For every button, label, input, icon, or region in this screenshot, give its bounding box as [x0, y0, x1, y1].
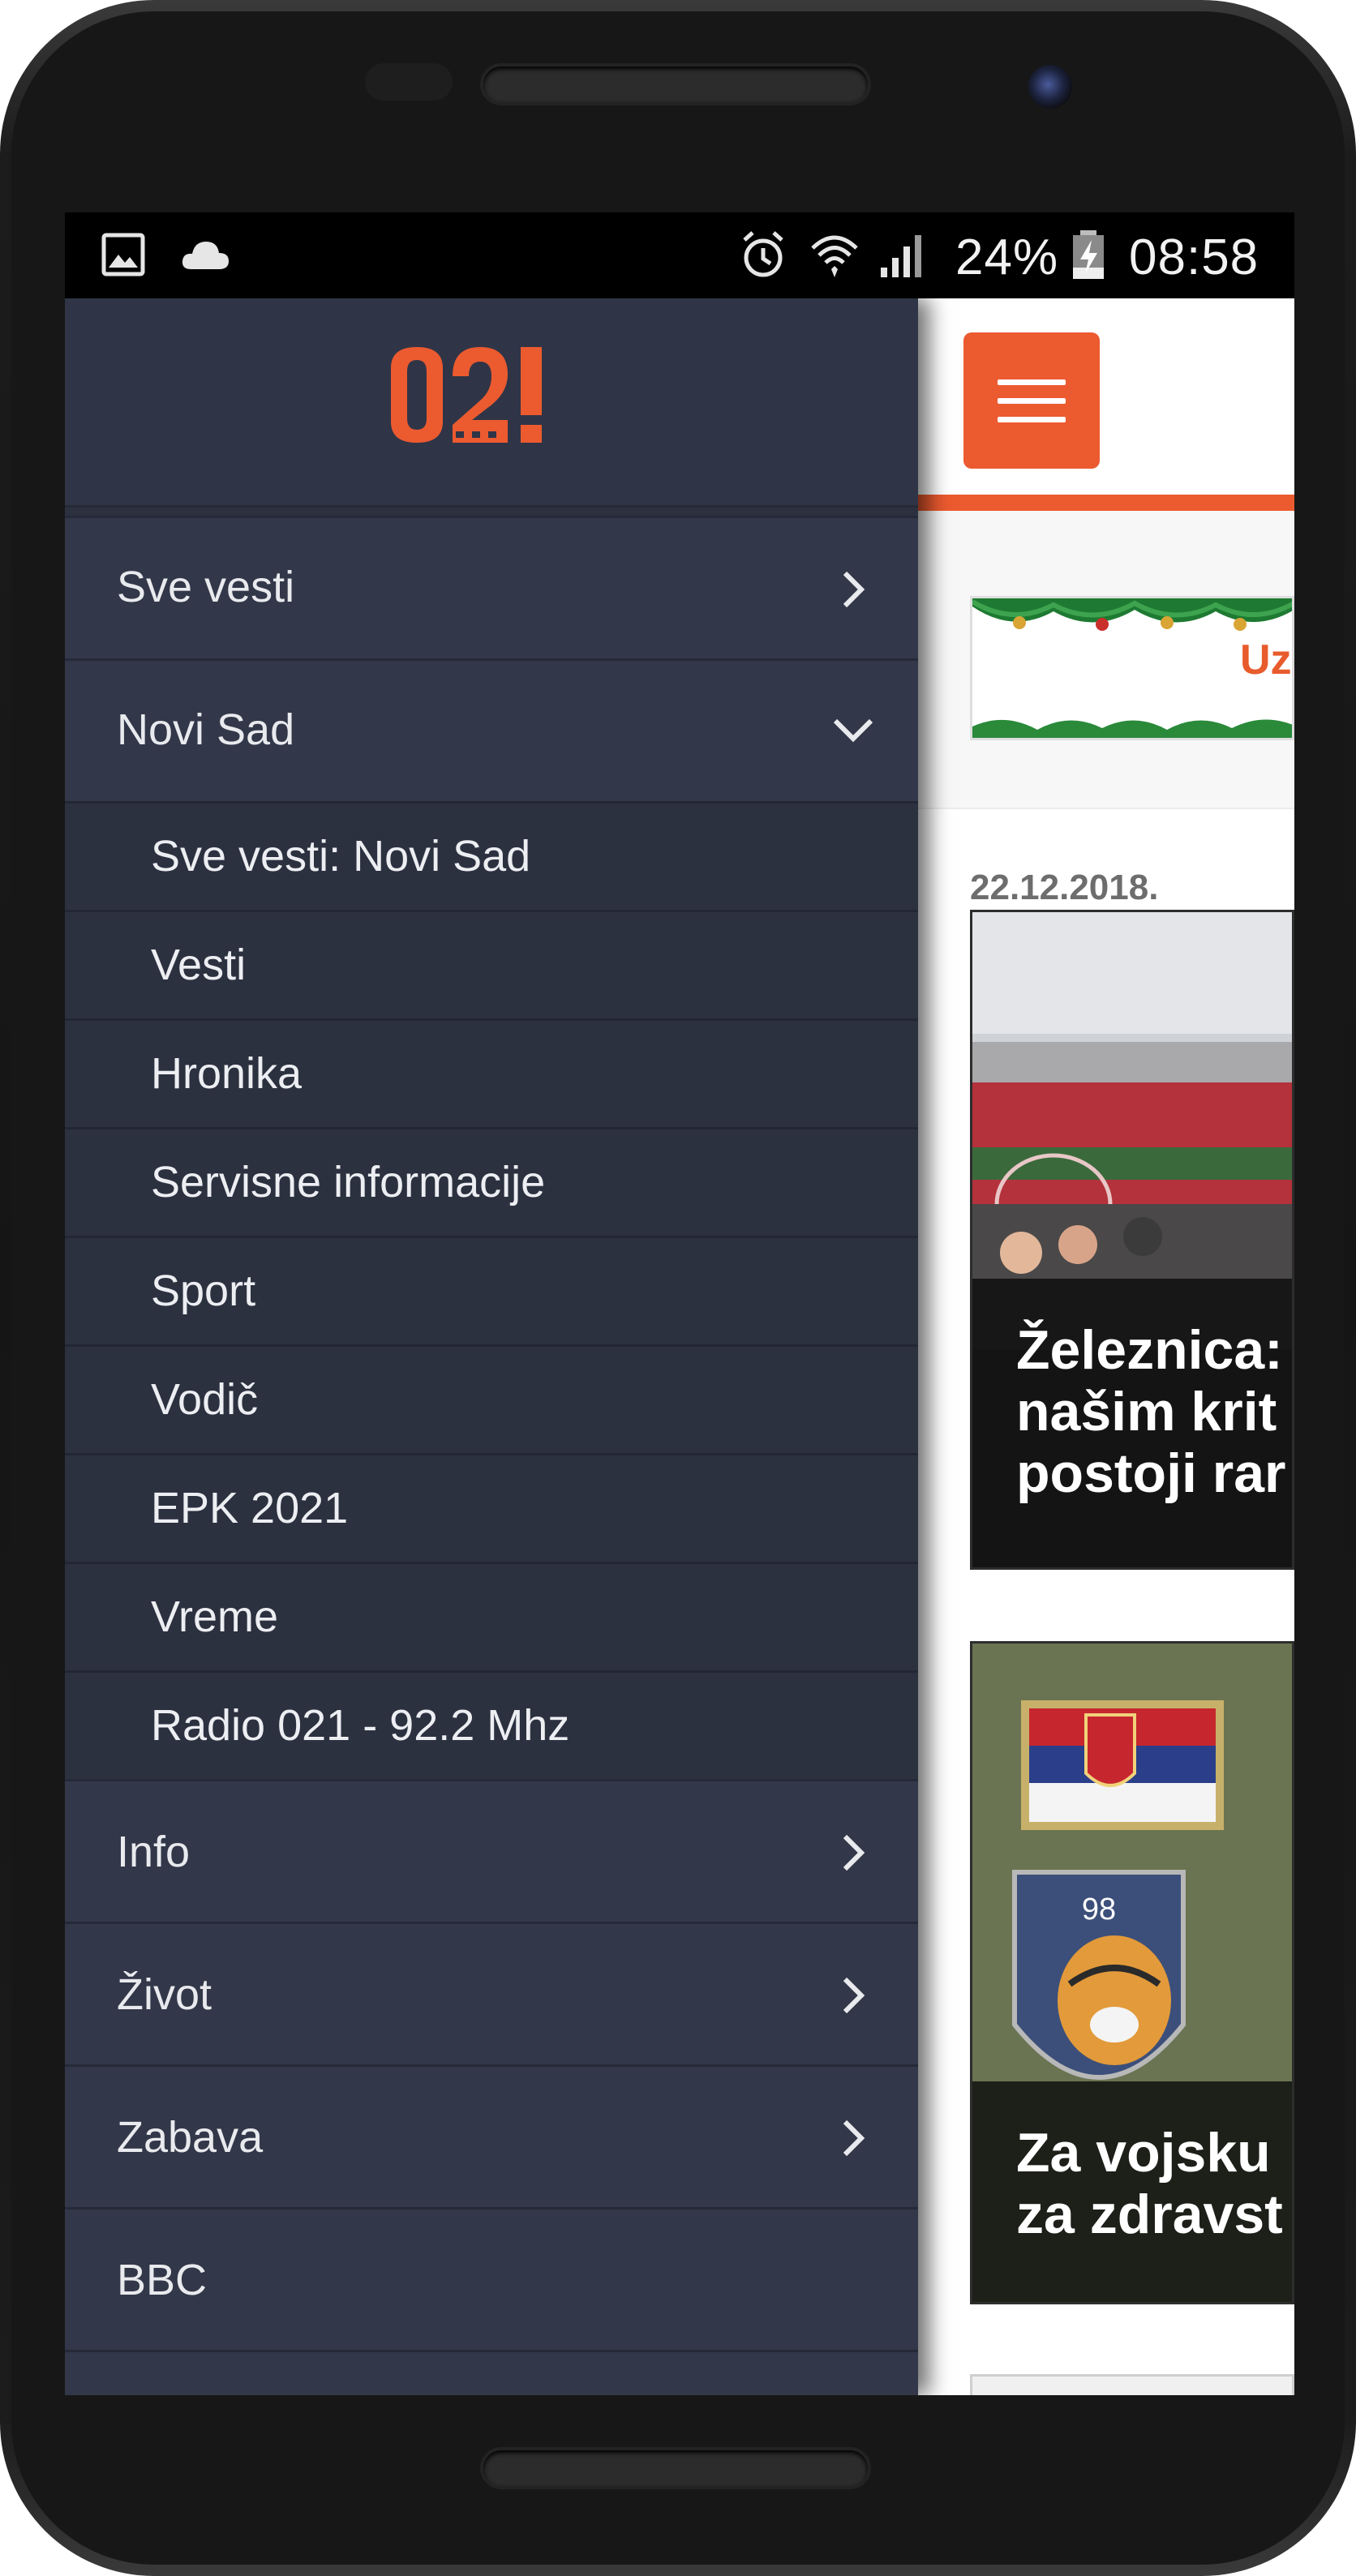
drawer-header [65, 298, 918, 508]
article-card[interactable]: Železnica: našim krit postoji rar [970, 910, 1294, 1570]
drawer-subitem[interactable]: Radio 021 - 92.2 Mhz [65, 1670, 918, 1779]
screen: 24% 08:58 Uz 22.12.2018. Železnica: naši… [65, 212, 1294, 2395]
article-title-line: za zdravst [1016, 2184, 1283, 2245]
battery-charging-icon [1073, 230, 1104, 279]
hamburger-menu-button[interactable] [963, 332, 1100, 469]
article-title-line: našim krit [1016, 1381, 1277, 1442]
wifi-icon [811, 235, 858, 277]
status-bar: 24% 08:58 [65, 212, 1294, 298]
chevron-right-icon [843, 571, 865, 608]
article-card[interactable] [970, 2374, 1294, 2395]
ad-banner[interactable]: Uz [970, 596, 1294, 740]
article-title[interactable]: Železnica: našim krit postoji rar [972, 1279, 1292, 1567]
drawer-subitem[interactable]: Vodič [65, 1344, 918, 1453]
chevron-right-icon [843, 1834, 865, 1871]
drawer-item-info[interactable]: Info [65, 1779, 918, 1922]
article-date: 22.12.2018. [970, 868, 1159, 907]
earpiece-speaker [483, 66, 868, 102]
drawer-subitem-label: Sport [151, 1267, 256, 1315]
chevron-right-icon [843, 1977, 865, 2014]
drawer-subitem[interactable]: Vreme [65, 1562, 918, 1670]
drawer-subitem-label: Radio 021 - 92.2 Mhz [151, 1701, 570, 1750]
ad-text: Uz [1240, 636, 1292, 684]
drawer-item-sve-vesti[interactable]: Sve vesti [65, 516, 918, 658]
drawer-subitem[interactable]: Vesti [65, 910, 918, 1018]
drawer-item-label: Zabava [117, 2113, 264, 2162]
drawer-subitem-label: Hronika [151, 1049, 303, 1098]
phone-frame: 24% 08:58 Uz 22.12.2018. Železnica: naši… [0, 0, 1356, 2576]
garland-bottom-icon [972, 719, 1292, 738]
proximity-sensor [365, 63, 453, 101]
drawer-subitem-label: Sve vesti: Novi Sad [151, 832, 531, 881]
article-title-line: postoji rar [1016, 1442, 1286, 1504]
drawer-subitem[interactable]: Hronika [65, 1018, 918, 1127]
chevron-down-icon [833, 718, 873, 743]
drawer-subitem[interactable]: Servisne informacije [65, 1127, 918, 1236]
bottom-speaker [483, 2450, 868, 2486]
drawer-item-zivot[interactable]: Život [65, 1922, 918, 2064]
battery-percent: 24% [955, 229, 1059, 285]
site-logo[interactable] [388, 344, 563, 451]
garland-top-icon [972, 598, 1292, 631]
article-card[interactable]: 98 Za vojsku za zdravst [970, 1641, 1294, 2304]
image-notification-icon [101, 233, 145, 276]
drawer-item-novi-sad[interactable]: Novi Sad [65, 658, 918, 801]
drawer-item-next[interactable] [65, 2350, 918, 2395]
navigation-drawer: Sve vesti Novi Sad Sve vesti: Novi Sad V… [65, 298, 918, 2395]
article-title-line: Za vojsku [1016, 2122, 1271, 2184]
drawer-subitem[interactable]: Sport [65, 1236, 918, 1344]
drawer-subitem[interactable]: Sve vesti: Novi Sad [65, 801, 918, 910]
cell-signal-icon [881, 235, 921, 277]
drawer-item-label: Novi Sad [117, 705, 295, 754]
drawer-subitem-label: Servisne informacije [151, 1158, 546, 1207]
drawer-item-zabava[interactable]: Zabava [65, 2064, 918, 2207]
chevron-right-icon [843, 2120, 865, 2157]
drawer-subitem-label: Vesti [151, 941, 247, 989]
drawer-item-label: Info [117, 1828, 191, 1876]
cloud-icon [182, 242, 229, 269]
svg-text:98: 98 [1082, 1892, 1116, 1927]
article-title[interactable]: Za vojsku za zdravst [972, 2081, 1292, 2302]
drawer-subitem-label: Vodič [151, 1375, 259, 1424]
drawer-item-label: BBC [117, 2256, 208, 2304]
drawer-subitem[interactable]: EPK 2021 [65, 1453, 918, 1562]
drawer-item-label: Sve vesti [117, 563, 295, 611]
article-title-line: Železnica: [1016, 1319, 1283, 1381]
front-camera [1028, 65, 1072, 109]
clock: 08:58 [1129, 229, 1259, 285]
alarm-icon [743, 231, 783, 277]
drawer-subitem-label: Vreme [151, 1592, 279, 1641]
drawer-item-label: Život [117, 1970, 212, 2019]
top-bar-accent-line [918, 495, 1294, 511]
drawer-subitem-label: EPK 2021 [151, 1484, 349, 1532]
drawer-item-bbc[interactable]: BBC [65, 2207, 918, 2350]
